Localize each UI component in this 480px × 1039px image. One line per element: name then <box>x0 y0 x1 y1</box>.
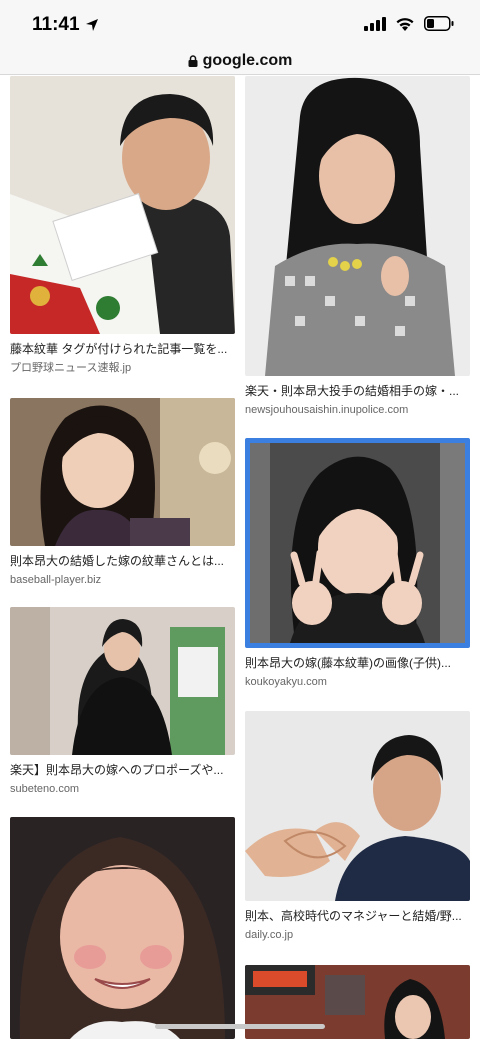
result-image[interactable] <box>245 438 470 648</box>
image-result[interactable]: 楽天・則本昂大投手の結婚相手の嫁・... newsjouhousaishin.i… <box>245 76 470 417</box>
result-image[interactable] <box>10 398 235 546</box>
result-title: 則本昂大の結婚した嫁の紋華さんとは... <box>10 554 225 568</box>
result-source: daily.co.jp <box>245 929 294 941</box>
image-results-grid: 藤本紋華 タグが付けられた記事一覧を... プロ野球ニュース速報.jp 楽天・則… <box>0 76 480 1039</box>
result-title: 則本、高校時代のマネジャーと結婚/野... <box>245 909 462 923</box>
status-icons <box>364 16 454 31</box>
result-source: baseball-player.biz <box>10 574 102 586</box>
home-indicator[interactable] <box>155 1024 325 1029</box>
result-image[interactable] <box>245 711 470 901</box>
status-time: 11:41 <box>32 14 99 36</box>
url-domain: google.com <box>202 52 293 69</box>
image-result[interactable] <box>10 817 235 1039</box>
result-source: koukoyakyu.com <box>245 676 327 688</box>
result-image[interactable] <box>10 607 235 755</box>
location-arrow-icon <box>85 19 98 31</box>
result-source: newsjouhousaishin.inupolice.com <box>245 404 409 416</box>
result-title: 楽天・則本昂大投手の結婚相手の嫁・... <box>245 384 460 398</box>
result-source: subeteno.com <box>10 783 80 795</box>
url-bar-divider <box>0 74 480 75</box>
time-label: 11:41 <box>32 14 80 35</box>
status-bar: 11:41 <box>0 0 480 48</box>
result-image[interactable] <box>10 817 235 1039</box>
image-result-selected[interactable]: 則本昂大の嫁(藤本紋華)の画像(子供)... koukoyakyu.com <box>245 438 470 689</box>
result-image[interactable] <box>245 76 470 376</box>
wifi-icon <box>396 18 414 31</box>
image-result[interactable]: 楽天】則本昂大の嫁へのプロポーズや... subeteno.com <box>10 607 235 796</box>
result-title: 藤本紋華 タグが付けられた記事一覧を... <box>10 342 228 356</box>
image-result[interactable]: 則本昂大の結婚した嫁の紋華さんとは... baseball-player.biz <box>10 398 235 587</box>
image-result[interactable]: 則本、高校時代のマネジャーと結婚/野... daily.co.jp <box>245 711 470 942</box>
result-title: 則本昂大の嫁(藤本紋華)の画像(子供)... <box>245 656 451 670</box>
url-bar[interactable]: google.com <box>0 48 480 74</box>
cellular-signal-icon <box>364 16 386 31</box>
lock-icon <box>188 55 198 67</box>
result-source: プロ野球ニュース速報.jp <box>10 362 132 374</box>
result-title: 楽天】則本昂大の嫁へのプロポーズや... <box>10 763 224 777</box>
result-image[interactable] <box>10 76 235 334</box>
image-result[interactable]: 藤本紋華 タグが付けられた記事一覧を... プロ野球ニュース速報.jp <box>10 76 235 375</box>
battery-icon <box>424 16 454 31</box>
